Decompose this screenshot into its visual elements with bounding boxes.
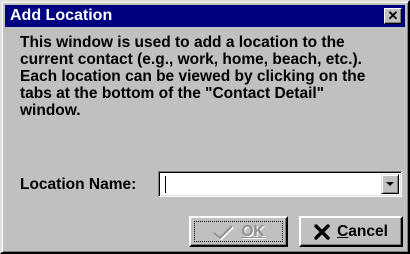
- ok-button[interactable]: OK: [189, 216, 288, 247]
- location-name-input[interactable]: [162, 175, 378, 193]
- close-button[interactable]: ✕: [384, 8, 402, 24]
- description-text: This window is used to add a location to…: [20, 34, 366, 119]
- x-icon: [314, 223, 330, 240]
- location-name-combobox[interactable]: [158, 171, 402, 197]
- checkmark-icon: [213, 224, 235, 240]
- cancel-button[interactable]: Cancel: [299, 216, 403, 247]
- window-title: Add Location: [10, 7, 113, 24]
- location-name-label: Location Name:: [20, 176, 137, 193]
- cancel-button-label: Cancel: [337, 222, 388, 240]
- ok-button-label: OK: [241, 222, 265, 240]
- text-caret: [165, 176, 166, 193]
- dropdown-arrow-icon[interactable]: [381, 174, 399, 194]
- add-location-dialog: Add Location ✕ This window is used to ad…: [0, 0, 410, 254]
- title-bar: Add Location ✕: [5, 5, 405, 27]
- close-icon: ✕: [387, 8, 399, 23]
